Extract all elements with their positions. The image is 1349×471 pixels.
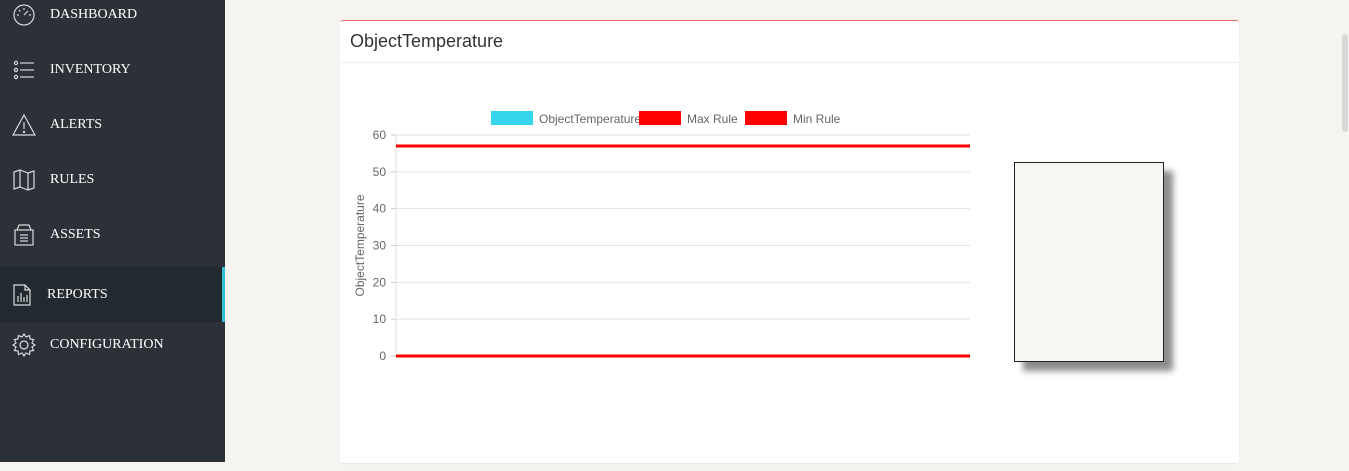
y-tick-label: 50 — [373, 165, 387, 179]
report-preview-thumbnail[interactable] — [1014, 162, 1164, 362]
legend-label: Min Rule — [793, 112, 841, 126]
list-icon — [12, 58, 36, 82]
sidebar-item-alerts[interactable]: ALERTS — [0, 97, 225, 152]
sidebar-item-label: ALERTS — [50, 116, 103, 132]
sidebar-item-label: RULES — [50, 171, 95, 187]
legend-swatch — [745, 111, 787, 125]
sidebar-item-dashboard[interactable]: DASHBOARD — [0, 0, 225, 42]
warning-triangle-icon — [12, 113, 36, 137]
sidebar: DASHBOARD INVENTORY ALERTS RULES ASSETS … — [0, 0, 225, 462]
speedometer-icon — [12, 3, 36, 27]
sidebar-item-label: REPORTS — [47, 286, 108, 302]
report-chart-icon — [10, 283, 34, 307]
y-tick-label: 10 — [373, 312, 387, 326]
page-scrollbar[interactable] — [1340, 0, 1349, 471]
sidebar-item-reports[interactable]: REPORTS — [0, 267, 225, 322]
sidebar-item-configuration[interactable]: CONFIGURATION — [0, 317, 225, 372]
legend-label: Max Rule — [687, 112, 738, 126]
legend-swatch — [639, 111, 681, 125]
legend-swatch — [491, 111, 533, 125]
gear-icon — [12, 332, 36, 357]
archive-box-icon — [12, 223, 36, 247]
y-tick-label: 40 — [373, 202, 387, 216]
scrollbar-thumb[interactable] — [1342, 34, 1348, 132]
sidebar-item-inventory[interactable]: INVENTORY — [0, 42, 225, 97]
map-book-icon — [12, 168, 36, 192]
report-panel: ObjectTemperature 0 10 20 30 40 50 60 ObjectTem… — [340, 20, 1239, 463]
sidebar-item-label: CONFIGURATION — [50, 336, 164, 352]
sidebar-item-label: INVENTORY — [50, 61, 131, 77]
y-tick-label: 20 — [373, 275, 387, 289]
y-tick-label: 0 — [379, 349, 386, 363]
sidebar-item-assets[interactable]: ASSETS — [0, 207, 225, 262]
y-axis-label: ObjectTemperature — [353, 194, 367, 296]
sidebar-item-label: DASHBOARD — [50, 6, 138, 22]
legend-label: ObjectTemperature — [539, 112, 641, 126]
sidebar-item-rules[interactable]: RULES — [0, 152, 225, 207]
line-chart: 0 10 20 30 40 50 60 ObjectTemperature ObjectTemp… — [353, 111, 970, 363]
y-tick-label: 30 — [373, 239, 387, 253]
y-tick-label: 60 — [373, 128, 387, 142]
sidebar-item-label: ASSETS — [50, 226, 101, 242]
